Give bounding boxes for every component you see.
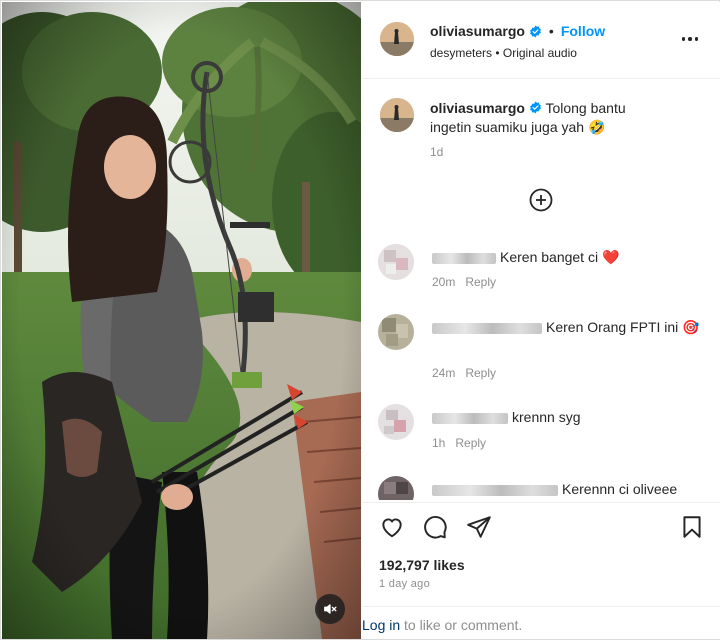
reply-button[interactable]: Reply [455, 436, 486, 450]
caption-username[interactable]: oliviasumargo [430, 100, 525, 116]
comment-text: Kerennn ci oliveee [562, 481, 678, 497]
audio-attribution[interactable]: desymeters • Original audio [430, 46, 577, 60]
login-prompt-text: to like or comment. [400, 617, 523, 633]
commenter-username-blurred[interactable] [432, 322, 542, 334]
comment-time[interactable]: 1h [432, 436, 445, 450]
heart-icon[interactable] [379, 514, 405, 540]
comment-body: Keren banget ci ❤️ [432, 247, 702, 267]
share-icon[interactable] [466, 514, 492, 540]
post-sidebar: oliviasumargo • Follow desymeters • Orig… [362, 2, 720, 639]
commenter-avatar[interactable] [378, 244, 414, 280]
bookmark-icon[interactable] [679, 514, 705, 540]
comment-text: krennn syg [512, 409, 581, 425]
commenter-username-blurred[interactable] [432, 412, 508, 424]
more-options-icon[interactable] [678, 29, 702, 49]
post-caption: oliviasumargo Tolong bantu ingetin suami… [430, 99, 660, 137]
verified-badge-icon [529, 100, 542, 114]
commenter-username-blurred[interactable] [432, 484, 558, 496]
reply-button[interactable]: Reply [465, 275, 496, 289]
instagram-post-embed: oliviasumargo • Follow desymeters • Orig… [0, 0, 720, 640]
author-avatar[interactable] [380, 22, 414, 56]
mute-toggle-button[interactable] [315, 594, 345, 624]
comment-time[interactable]: 24m [432, 366, 455, 380]
post-date[interactable]: 1 day ago [379, 578, 430, 590]
comment-meta: 1h Reply [432, 436, 496, 450]
speaker-muted-icon [323, 602, 337, 616]
comment-text: Keren banget ci ❤️ [500, 249, 620, 265]
author-username[interactable]: oliviasumargo [430, 23, 525, 39]
post-header: oliviasumargo • Follow desymeters • Orig… [362, 2, 720, 79]
header-separator: • [548, 23, 554, 39]
login-prompt: Log in to like or comment. [362, 606, 720, 639]
login-link[interactable]: Log in [362, 617, 400, 633]
follow-button[interactable]: Follow [561, 23, 605, 39]
comment-meta: 20m Reply [432, 275, 506, 289]
verified-badge-icon [529, 25, 542, 38]
comment-time[interactable]: 20m [432, 275, 455, 289]
caption-author-avatar[interactable] [380, 98, 414, 132]
comment-body: Keren Orang FPTI ini 🎯 [432, 317, 702, 337]
comment-icon[interactable] [422, 514, 448, 540]
comment-body: krennn syg [432, 407, 702, 427]
author-line: oliviasumargo • Follow [430, 23, 605, 39]
video-frame [2, 2, 361, 639]
comment-body: Kerennn ci oliveee [432, 479, 702, 499]
plus-circle-icon[interactable] [529, 188, 553, 212]
commenter-avatar[interactable] [378, 404, 414, 440]
commenter-avatar[interactable] [378, 476, 414, 500]
comment-item: Kerennn ci oliveee [362, 474, 720, 500]
post-video[interactable] [2, 2, 361, 639]
caption-timestamp[interactable]: 1d [430, 145, 443, 159]
comment-meta: 24m Reply [432, 366, 506, 380]
comment-text: Keren Orang FPTI ini 🎯 [546, 319, 700, 335]
commenter-username-blurred[interactable] [432, 252, 496, 264]
commenter-avatar[interactable] [378, 314, 414, 350]
like-count[interactable]: 192,797 likes [379, 557, 465, 573]
reply-button[interactable]: Reply [465, 366, 496, 380]
action-bar [362, 502, 720, 552]
